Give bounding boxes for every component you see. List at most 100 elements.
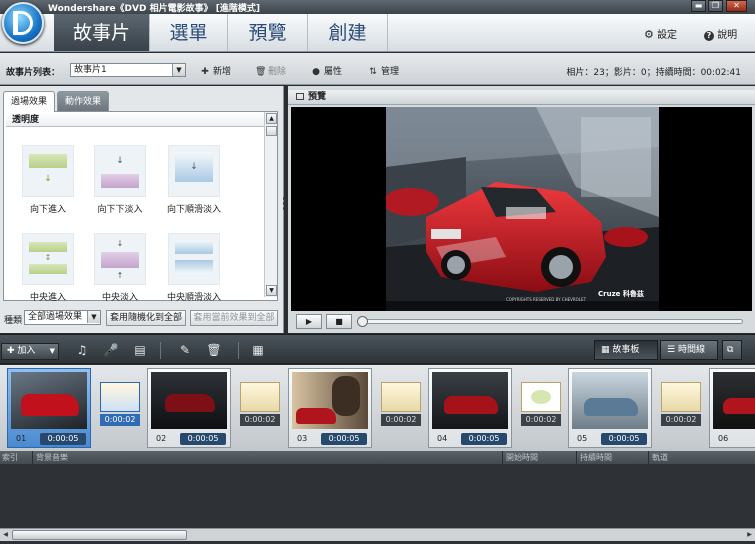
transition-duration: 0:00:02 (381, 414, 421, 426)
add-button[interactable]: ✚ 加入 ▼ (1, 343, 59, 360)
clip-thumbnail (432, 372, 508, 429)
apply-random-button[interactable]: 套用隨機化到全部 (106, 310, 186, 326)
column-background-music: 背景音樂 (36, 453, 68, 462)
transition-item[interactable]: 0:00:02 (98, 382, 142, 428)
scroll-up-icon[interactable]: ▲ (266, 113, 277, 124)
manage-button[interactable]: ⇅ 管理 (368, 64, 399, 77)
effect-label: 向下進入 (29, 205, 66, 215)
clip-item[interactable]: 03 0:00:05 (288, 368, 372, 448)
properties-icon: ● (312, 67, 320, 77)
transition-item[interactable]: 0:00:02 (519, 382, 563, 428)
transition-item[interactable]: 0:00:02 (659, 382, 703, 428)
scroll-right-icon[interactable]: ▶ (744, 530, 755, 540)
film-icon[interactable]: ▤ (132, 342, 148, 358)
add-icon: ✚ (201, 67, 209, 77)
chevron-down-icon: ▼ (87, 311, 100, 323)
stop-button[interactable]: ■ (326, 314, 352, 329)
column-duration: 持續時間 (580, 453, 612, 462)
storyboard-icon: ▦ (601, 345, 610, 355)
new-button[interactable]: ✚ 新增 (200, 64, 231, 77)
music-icon[interactable]: ♫ (74, 342, 90, 358)
clip-item[interactable]: 04 0:00:05 (428, 368, 512, 448)
clip-item[interactable]: 05 0:00:05 (568, 368, 652, 448)
preview-icon (296, 93, 304, 100)
divider (238, 342, 239, 359)
clip-duration: 0:00:05 (461, 433, 507, 445)
help-button[interactable]: ? 說明 (704, 26, 737, 41)
preview-brand: Cruze 科魯茲 (598, 290, 644, 298)
settings-button[interactable]: ⚙ 設定 (644, 26, 677, 41)
track-scrollbar[interactable]: ◀ ▶ (0, 528, 755, 541)
transition-thumbnail (381, 382, 421, 412)
playback-bar: ▶ ■ (288, 311, 755, 331)
column-start-time: 開始時間 (506, 453, 538, 462)
clip-thumbnail (151, 372, 227, 429)
apply-current-button[interactable]: 套用當前效果到全部 (190, 310, 278, 326)
tab-transitions[interactable]: 過場效果 (3, 91, 55, 112)
play-button[interactable]: ▶ (296, 314, 322, 329)
transition-duration: 0:00:02 (661, 414, 701, 426)
preview-panel: 預覽 COPYRIGHTS RESERVED BY CHEVROLET Cruz… (288, 86, 755, 333)
clip-number: 01 (16, 434, 27, 443)
track-column-header: 索引 背景音樂 開始時間 持續時間 軌道 (0, 451, 755, 464)
effect-item[interactable]: ↓ 向下下淡入 (90, 145, 150, 215)
minimize-button[interactable]: ▬ (691, 0, 706, 12)
fullscreen-icon: ⧉ (727, 345, 734, 355)
close-button[interactable]: ✕ (726, 0, 747, 12)
fullscreen-button[interactable]: ⧉ (722, 340, 742, 360)
clip-item[interactable]: 02 0:00:05 (147, 368, 231, 448)
view-timeline[interactable]: ☰ 時間線 (660, 340, 718, 360)
tab-create[interactable]: 創建 (308, 14, 388, 51)
scroll-thumb[interactable] (266, 126, 277, 136)
scroll-left-icon[interactable]: ◀ (0, 530, 11, 540)
type-label: 種類 (4, 316, 23, 326)
tab-storyboard[interactable]: 故事片 (54, 14, 150, 51)
effect-label: 中央進入 (29, 293, 66, 303)
effect-label: 向下下淡入 (97, 205, 143, 215)
effect-item[interactable]: ↓ ↑ 中央淡入 (90, 233, 150, 303)
microphone-icon[interactable]: 🎤 (103, 342, 119, 358)
view-storyboard[interactable]: ▦ 故事板 (594, 340, 658, 360)
edit-icon[interactable]: ✎ (177, 342, 193, 358)
preview-header: 預覽 (288, 90, 755, 105)
effect-item[interactable]: ↓ 向下順滑淡入 (164, 145, 224, 215)
transition-thumbnail (100, 382, 140, 412)
effect-item[interactable]: ↓ 向下進入 (18, 145, 78, 215)
preview-photo: COPYRIGHTS RESERVED BY CHEVROLET Cruze 科… (386, 107, 659, 311)
caption-icon[interactable]: ▦ (250, 342, 266, 358)
clip-item[interactable]: 06 (709, 368, 755, 448)
transition-item[interactable]: 0:00:02 (238, 382, 282, 428)
effect-thumbnail: ↓ (94, 145, 146, 197)
splitter-handle[interactable] (283, 195, 287, 217)
scroll-down-icon[interactable]: ▼ (266, 285, 277, 296)
type-select[interactable]: 全部過場效果 ▼ (24, 310, 101, 325)
scroll-thumb[interactable] (12, 530, 187, 540)
maximize-button[interactable]: ❐ (708, 0, 723, 12)
trash-icon[interactable]: 🗑 (206, 342, 222, 358)
clip-number: 04 (437, 434, 448, 443)
tab-menu[interactable]: 選單 (150, 14, 228, 51)
effect-item[interactable]: 中央順滑淡入 (164, 233, 224, 303)
playback-slider[interactable] (357, 316, 743, 327)
properties-button[interactable]: ● 屬性 (311, 64, 342, 77)
timeline-icon: ☰ (667, 345, 676, 355)
delete-label: 刪除 (268, 67, 287, 77)
effects-scrollbar[interactable]: ▲ ▼ (264, 112, 277, 297)
storyboard: 01 0:00:05 0:00:02 02 0:00:05 0:00:02 03… (0, 365, 755, 451)
chevron-down-icon: ▼ (172, 64, 185, 76)
effect-item[interactable]: ↕ 中央進入 (18, 233, 78, 303)
clip-item[interactable]: 01 0:00:05 (7, 368, 91, 448)
slider-knob[interactable] (357, 316, 368, 327)
tab-motion-effects[interactable]: 動作效果 (57, 91, 109, 111)
tab-preview[interactable]: 預覽 (228, 14, 308, 51)
story-list-select[interactable]: 故事片1 ▼ (70, 63, 186, 77)
trash-icon: 🗑 (255, 67, 267, 77)
clip-thumbnail (572, 372, 648, 429)
delete-button[interactable]: 🗑 刪除 (255, 64, 286, 77)
project-stats: 相片：23；影片：0；持續時間：00:02:41 (566, 68, 741, 78)
transition-item[interactable]: 0:00:02 (379, 382, 423, 428)
transition-thumbnail (240, 382, 280, 412)
app-logo (2, 2, 44, 44)
clip-thumbnail (713, 372, 755, 429)
effect-thumbnail (168, 233, 220, 285)
